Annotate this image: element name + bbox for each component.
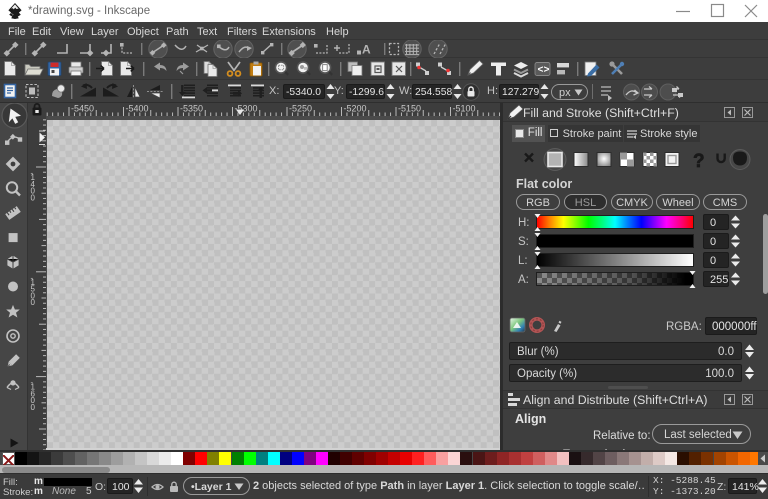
svg-text:?: ? bbox=[693, 151, 705, 172]
svg-text:0: 0 bbox=[31, 193, 36, 202]
svg-text:-5350: -5350 bbox=[180, 104, 203, 114]
svg-text:-5400: -5400 bbox=[126, 104, 149, 114]
svg-text:-5200: -5200 bbox=[344, 104, 367, 114]
svg-text:-5450: -5450 bbox=[71, 104, 94, 114]
svg-text:A: A bbox=[362, 43, 371, 57]
svg-text:<>: <> bbox=[538, 66, 550, 77]
svg-text:-5100: -5100 bbox=[453, 104, 476, 114]
svg-text:-5250: -5250 bbox=[289, 104, 312, 114]
svg-text:0: 0 bbox=[31, 298, 36, 307]
svg-text:-5150: -5150 bbox=[398, 104, 421, 114]
svg-text:0: 0 bbox=[31, 403, 36, 412]
